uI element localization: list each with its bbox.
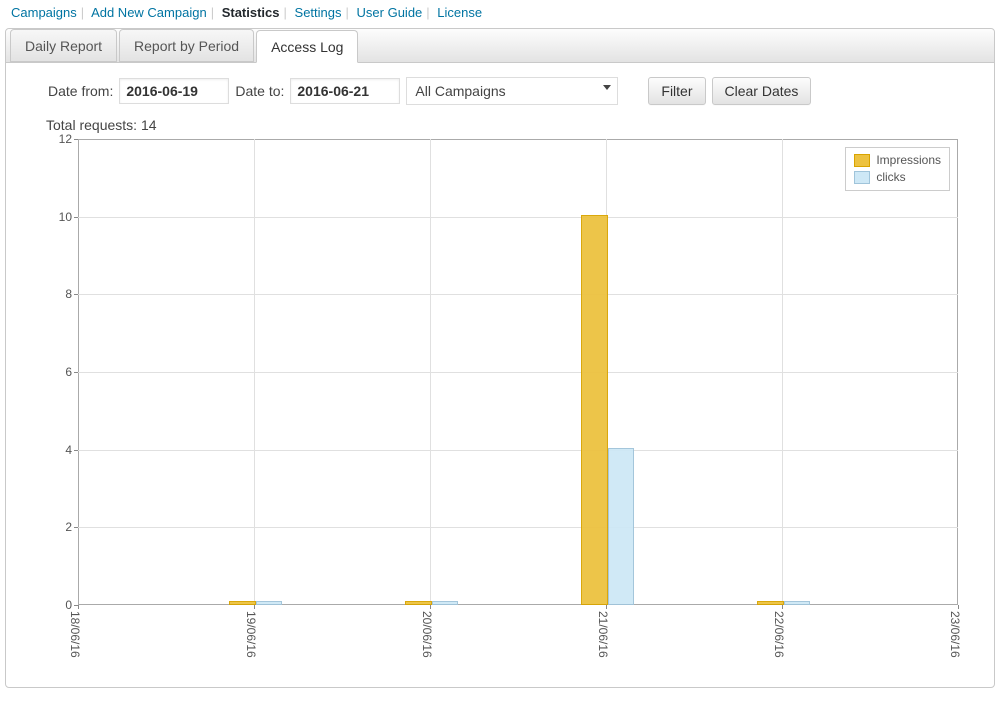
- chart-bar-impressions: [581, 215, 608, 605]
- campaign-select[interactable]: All Campaigns: [406, 77, 618, 105]
- legend-clicks: clicks: [854, 169, 941, 186]
- chart-x-tick-mark: [78, 605, 79, 609]
- filter-button[interactable]: Filter: [648, 77, 705, 105]
- chart-plot-area: Impressions clicks 02468101218/06/1619/0…: [78, 139, 958, 605]
- chart-bar-impressions: [229, 601, 256, 605]
- top-nav: Campaigns | Add New Campaign | Statistics |…: [11, 4, 995, 22]
- chart-bar-clicks: [784, 601, 811, 605]
- chart-x-tick-label: 20/06/16: [420, 611, 434, 658]
- chart-grid-line: [78, 217, 958, 218]
- stats-panel: Daily Report Report by Period Access Log…: [5, 28, 995, 688]
- tab-daily-report[interactable]: Daily Report: [10, 29, 117, 62]
- nav-separator: |: [211, 5, 214, 20]
- nav-statistics[interactable]: Statistics: [222, 5, 280, 20]
- chart: Impressions clicks 0 2 4 6 8 10 12 18/06/16 19/0…: [18, 135, 982, 677]
- chart-grid-line: [78, 294, 958, 295]
- chart-x-tick-label: 23/06/16: [948, 611, 962, 658]
- chart-x-tick-mark: [430, 605, 431, 609]
- chart-grid-line: [78, 527, 958, 528]
- chart-y-tick-label: 10: [59, 210, 78, 224]
- legend-label-clicks: clicks: [876, 169, 905, 186]
- date-to-label: Date to:: [235, 83, 284, 99]
- nav-separator: |: [284, 5, 287, 20]
- chart-y-tick-label: 12: [59, 132, 78, 146]
- total-value: 14: [141, 117, 157, 133]
- chart-x-tick-label: 22/06/16: [772, 611, 786, 658]
- chart-bar-impressions: [757, 601, 784, 605]
- chart-y-tick-label: 4: [65, 443, 78, 457]
- nav-user-guide[interactable]: User Guide: [357, 5, 423, 20]
- tab-access-log[interactable]: Access Log: [256, 30, 358, 63]
- tab-bar: Daily Report Report by Period Access Log: [6, 29, 994, 63]
- chart-y-tick-label: 0: [65, 598, 78, 612]
- nav-separator: |: [346, 5, 349, 20]
- chart-grid-line: [78, 450, 958, 451]
- legend-label-impressions: Impressions: [876, 152, 941, 169]
- date-to-input[interactable]: [290, 78, 400, 104]
- chart-x-tick-label: 18/06/16: [68, 611, 82, 658]
- chart-bar-clicks: [432, 601, 459, 605]
- chart-bar-clicks: [608, 448, 635, 605]
- chart-legend: Impressions clicks: [845, 147, 950, 191]
- chart-grid-line: [782, 139, 783, 605]
- chart-bar-impressions: [405, 601, 432, 605]
- chevron-down-icon: [603, 85, 611, 90]
- nav-license[interactable]: License: [437, 5, 482, 20]
- chart-x-tick-mark: [958, 605, 959, 609]
- nav-settings[interactable]: Settings: [295, 5, 342, 20]
- clear-dates-button[interactable]: Clear Dates: [712, 77, 812, 105]
- legend-swatch-clicks: [854, 171, 870, 184]
- nav-separator: |: [81, 5, 84, 20]
- nav-campaigns[interactable]: Campaigns: [11, 5, 77, 20]
- date-from-label: Date from:: [48, 83, 113, 99]
- nav-add-campaign[interactable]: Add New Campaign: [91, 5, 207, 20]
- tab-report-period[interactable]: Report by Period: [119, 29, 254, 62]
- chart-x-tick-mark: [254, 605, 255, 609]
- chart-bar-clicks: [256, 601, 283, 605]
- chart-grid-line: [254, 139, 255, 605]
- filter-controls: Date from: Date to: All Campaigns Filter…: [6, 63, 994, 109]
- chart-grid-line: [78, 372, 958, 373]
- chart-y-tick-label: 2: [65, 520, 78, 534]
- legend-swatch-impressions: [854, 154, 870, 167]
- chart-y-tick-label: 6: [65, 365, 78, 379]
- chart-x-tick-mark: [782, 605, 783, 609]
- legend-impressions: Impressions: [854, 152, 941, 169]
- date-from-input[interactable]: [119, 78, 229, 104]
- chart-y-tick-label: 8: [65, 287, 78, 301]
- chart-x-tick-label: 19/06/16: [244, 611, 258, 658]
- nav-separator: |: [426, 5, 429, 20]
- chart-grid-line: [430, 139, 431, 605]
- chart-x-tick-label: 21/06/16: [596, 611, 610, 658]
- chart-x-tick-mark: [606, 605, 607, 609]
- campaign-select-value: All Campaigns: [415, 83, 505, 99]
- total-requests: Total requests: 14: [46, 117, 994, 133]
- total-label: Total requests:: [46, 117, 141, 133]
